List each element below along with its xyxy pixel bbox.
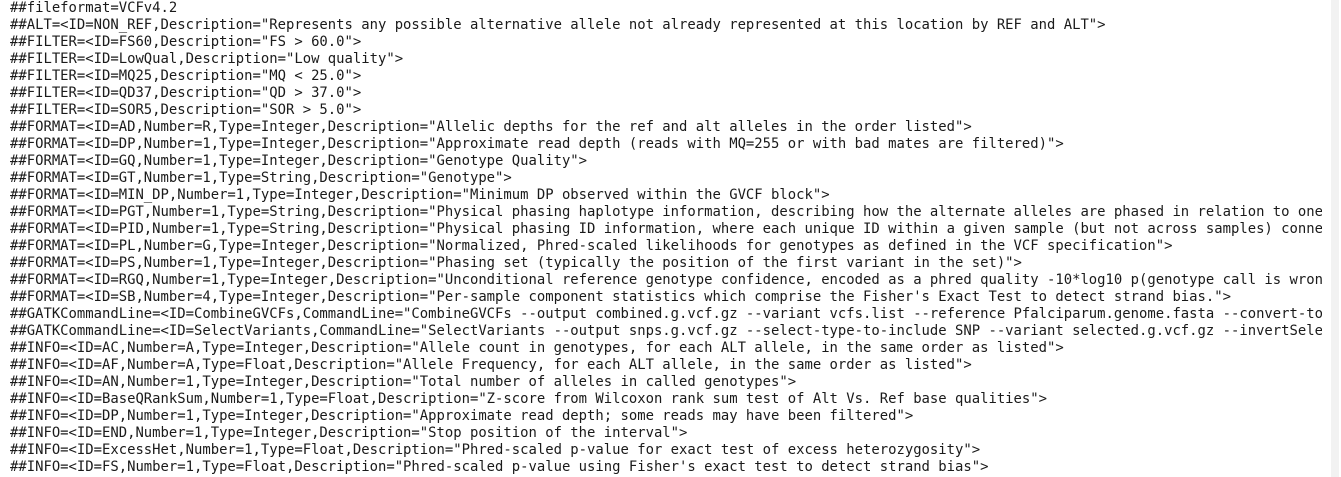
text-line: ##INFO=<ID=DP,Number=1,Type=Integer,Desc…: [10, 408, 914, 424]
text-line: ##FORMAT=<ID=GT,Number=1,Type=String,Des…: [10, 170, 512, 186]
text-line: ##FILTER=<ID=MQ25,Description="MQ < 25.0…: [10, 68, 362, 84]
text-line: ##FORMAT=<ID=GQ,Number=1,Type=Integer,De…: [10, 153, 588, 169]
text-line: ##FILTER=<ID=SOR5,Description="SOR > 5.0…: [10, 102, 362, 118]
text-line: ##FILTER=<ID=QD37,Description="QD > 37.0…: [10, 85, 362, 101]
text-line: ##GATKCommandLine=<ID=SelectVariants,Com…: [10, 323, 1322, 339]
text-line: ##FORMAT=<ID=PGT,Number=1,Type=String,De…: [10, 204, 1322, 220]
text-line: ##FORMAT=<ID=PL,Number=G,Type=Integer,De…: [10, 238, 1173, 254]
text-line: ##FORMAT=<ID=RGQ,Number=1,Type=Integer,D…: [10, 272, 1322, 288]
text-line: ##FORMAT=<ID=AD,Number=R,Type=Integer,De…: [10, 119, 972, 135]
text-line: ##INFO=<ID=ExcessHet,Number=1,Type=Float…: [10, 442, 981, 458]
text-line: ##fileformat=VCFv4.2: [10, 0, 178, 16]
text-line: ##INFO=<ID=AN,Number=1,Type=Integer,Desc…: [10, 374, 797, 390]
text-line: ##FILTER=<ID=LowQual,Description="Low qu…: [10, 51, 404, 67]
scrollbar-thumb[interactable]: [1331, 0, 1339, 477]
text-line: ##FORMAT=<ID=DP,Number=1,Type=Integer,De…: [10, 136, 1064, 152]
text-line: ##INFO=<ID=BaseQRankSum,Number=1,Type=Fl…: [10, 391, 1047, 407]
text-line: ##INFO=<ID=AC,Number=A,Type=Integer,Desc…: [10, 340, 1064, 356]
text-line: ##INFO=<ID=FS,Number=1,Type=Float,Descri…: [10, 459, 989, 475]
vertical-scrollbar[interactable]: [1329, 0, 1341, 477]
text-line: ##FILTER=<ID=FS60,Description="FS > 60.0…: [10, 34, 362, 50]
text-line: ##ALT=<ID=NON_REF,Description="Represent…: [10, 17, 1106, 33]
text-line: ##INFO=<ID=END,Number=1,Type=Integer,Des…: [10, 425, 688, 441]
text-line: ##FORMAT=<ID=PID,Number=1,Type=String,De…: [10, 221, 1322, 237]
text-line: ##FORMAT=<ID=PS,Number=1,Type=Integer,De…: [10, 255, 1022, 271]
text-line: ##FORMAT=<ID=SB,Number=4,Type=Integer,De…: [10, 289, 1231, 305]
text-line: ##FORMAT=<ID=MIN_DP,Number=1,Type=Intege…: [10, 187, 830, 203]
text-line: ##GATKCommandLine=<ID=CombineGVCFs,Comma…: [10, 306, 1322, 322]
text-line: ##INFO=<ID=AF,Number=A,Type=Float,Descri…: [10, 357, 972, 373]
text-editor-area[interactable]: ##fileformat=VCFv4.2 ##ALT=<ID=NON_REF,D…: [0, 0, 1322, 477]
